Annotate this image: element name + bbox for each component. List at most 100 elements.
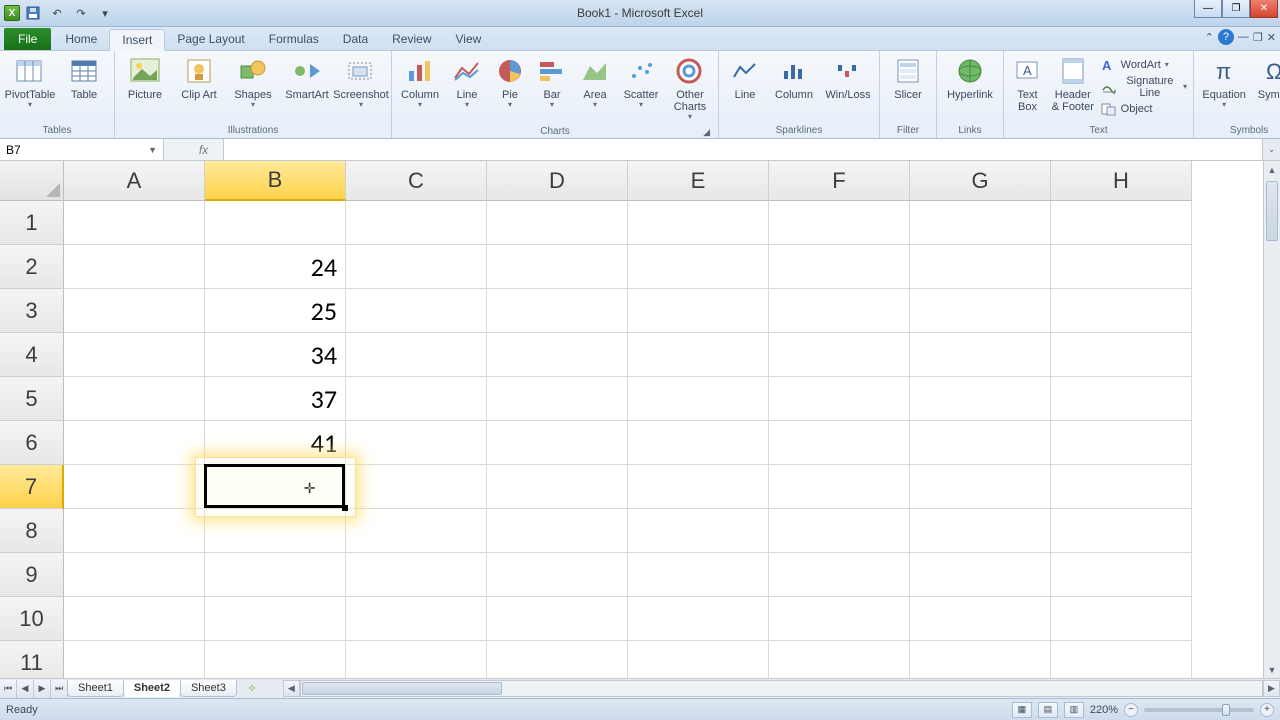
workbook-restore-icon[interactable]: ❐ <box>1253 31 1263 44</box>
cell[interactable] <box>205 465 346 509</box>
cell[interactable] <box>487 553 628 597</box>
cell[interactable] <box>910 245 1051 289</box>
cell[interactable] <box>1051 597 1192 641</box>
cell[interactable] <box>487 509 628 553</box>
sheet-nav-first-icon[interactable]: ⏮ <box>0 680 17 698</box>
cell[interactable] <box>346 597 487 641</box>
row-header[interactable]: 6 <box>0 421 64 465</box>
cell[interactable] <box>64 201 205 245</box>
headerfooter-button[interactable]: Header & Footer <box>1051 55 1095 113</box>
tab-formulas[interactable]: Formulas <box>257 28 331 50</box>
cell[interactable] <box>64 333 205 377</box>
undo-icon[interactable]: ↶ <box>46 3 68 23</box>
column-header[interactable]: H <box>1051 161 1192 201</box>
row-header[interactable]: 1 <box>0 201 64 245</box>
cell[interactable] <box>628 245 769 289</box>
cell[interactable] <box>487 421 628 465</box>
workbook-close-icon[interactable]: ✕ <box>1267 31 1276 44</box>
sigline-button[interactable]: Signature Line ▾ <box>1101 75 1187 99</box>
cell[interactable] <box>346 289 487 333</box>
smartart-button[interactable]: SmartArt <box>283 55 331 101</box>
cell[interactable] <box>64 465 205 509</box>
cell[interactable] <box>64 377 205 421</box>
scroll-left-icon[interactable]: ◀ <box>283 680 300 697</box>
minimize-button[interactable]: — <box>1194 0 1222 18</box>
shapes-button[interactable]: Shapes▾ <box>229 55 277 110</box>
tab-view[interactable]: View <box>444 28 494 50</box>
cell[interactable] <box>628 289 769 333</box>
horizontal-scrollbar[interactable]: ◀ ▶ <box>283 680 1280 697</box>
cell[interactable] <box>910 289 1051 333</box>
cell[interactable] <box>205 641 346 678</box>
cell[interactable] <box>769 509 910 553</box>
cell[interactable] <box>910 641 1051 678</box>
new-sheet-icon[interactable]: ✧ <box>241 681 263 697</box>
sparkline-column-button[interactable]: Column <box>771 55 817 101</box>
formula-expand-icon[interactable]: ⌄ <box>1262 139 1280 160</box>
zoom-in-icon[interactable]: + <box>1260 703 1274 717</box>
tab-review[interactable]: Review <box>380 28 443 50</box>
charts-dialog-launcher-icon[interactable]: ◢ <box>398 127 712 138</box>
cell[interactable] <box>769 333 910 377</box>
cell[interactable] <box>346 201 487 245</box>
view-normal-icon[interactable]: ▦ <box>1012 702 1032 718</box>
row-header[interactable]: 5 <box>0 377 64 421</box>
zoom-slider[interactable] <box>1144 708 1254 712</box>
cell[interactable] <box>346 245 487 289</box>
cell[interactable] <box>769 597 910 641</box>
textbox-button[interactable]: AText Box <box>1010 55 1045 113</box>
fill-handle[interactable] <box>342 505 348 511</box>
select-all-corner[interactable] <box>0 161 64 201</box>
cell[interactable] <box>64 509 205 553</box>
view-pagebreak-icon[interactable]: ▥ <box>1064 702 1084 718</box>
column-header[interactable]: G <box>910 161 1051 201</box>
row-header[interactable]: 2 <box>0 245 64 289</box>
sheet-nav-next-icon[interactable]: ▶ <box>34 680 51 698</box>
qat-customize-icon[interactable]: ▾ <box>94 3 116 23</box>
cell[interactable] <box>346 509 487 553</box>
object-button[interactable]: Object <box>1101 101 1187 117</box>
row-header[interactable]: 8 <box>0 509 64 553</box>
cell[interactable] <box>64 289 205 333</box>
cell[interactable]: 24 <box>205 245 346 289</box>
cells-area[interactable]: 2425343741✛ <box>64 201 1263 678</box>
tab-data[interactable]: Data <box>331 28 380 50</box>
screenshot-button[interactable]: Screenshot▾ <box>337 55 385 110</box>
cell[interactable] <box>769 245 910 289</box>
cell[interactable] <box>628 553 769 597</box>
cell[interactable] <box>769 289 910 333</box>
tab-file[interactable]: File <box>4 28 51 50</box>
cell[interactable] <box>487 289 628 333</box>
cell[interactable] <box>769 553 910 597</box>
cell[interactable] <box>487 597 628 641</box>
zoom-level[interactable]: 220% <box>1090 704 1118 716</box>
vscroll-thumb[interactable] <box>1266 181 1278 241</box>
cell[interactable] <box>1051 421 1192 465</box>
column-header[interactable]: D <box>487 161 628 201</box>
hscroll-thumb[interactable] <box>302 682 502 695</box>
bar-chart-button[interactable]: Bar▾ <box>534 55 570 110</box>
save-icon[interactable] <box>22 3 44 23</box>
redo-icon[interactable]: ↷ <box>70 3 92 23</box>
scroll-down-icon[interactable]: ▼ <box>1264 661 1280 678</box>
column-header[interactable]: E <box>628 161 769 201</box>
formula-input[interactable] <box>224 139 1262 160</box>
cell[interactable] <box>487 201 628 245</box>
row-header[interactable]: 7 <box>0 465 64 509</box>
cell[interactable] <box>628 465 769 509</box>
column-header[interactable]: A <box>64 161 205 201</box>
zoom-out-icon[interactable]: − <box>1124 703 1138 717</box>
cell[interactable] <box>205 597 346 641</box>
cell[interactable] <box>628 597 769 641</box>
tab-home[interactable]: Home <box>53 28 109 50</box>
tab-insert[interactable]: Insert <box>109 29 165 51</box>
cell[interactable] <box>1051 289 1192 333</box>
cell[interactable] <box>910 553 1051 597</box>
pie-chart-button[interactable]: Pie▾ <box>492 55 528 110</box>
cell[interactable] <box>769 377 910 421</box>
row-header[interactable]: 9 <box>0 553 64 597</box>
maximize-button[interactable]: ❐ <box>1222 0 1250 18</box>
cell[interactable] <box>64 597 205 641</box>
cell[interactable] <box>346 465 487 509</box>
picture-button[interactable]: Picture <box>121 55 169 101</box>
